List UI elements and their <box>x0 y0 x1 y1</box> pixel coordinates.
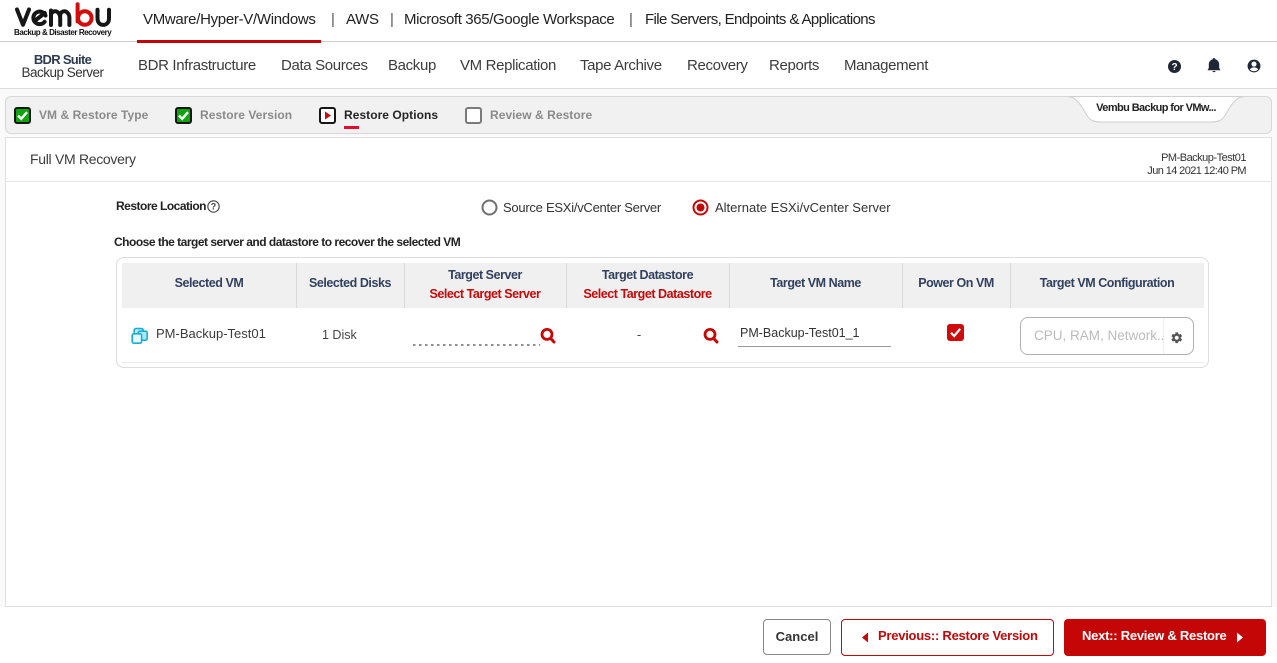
svg-text:?: ? <box>1171 62 1177 73</box>
svg-text:?: ? <box>211 202 217 212</box>
